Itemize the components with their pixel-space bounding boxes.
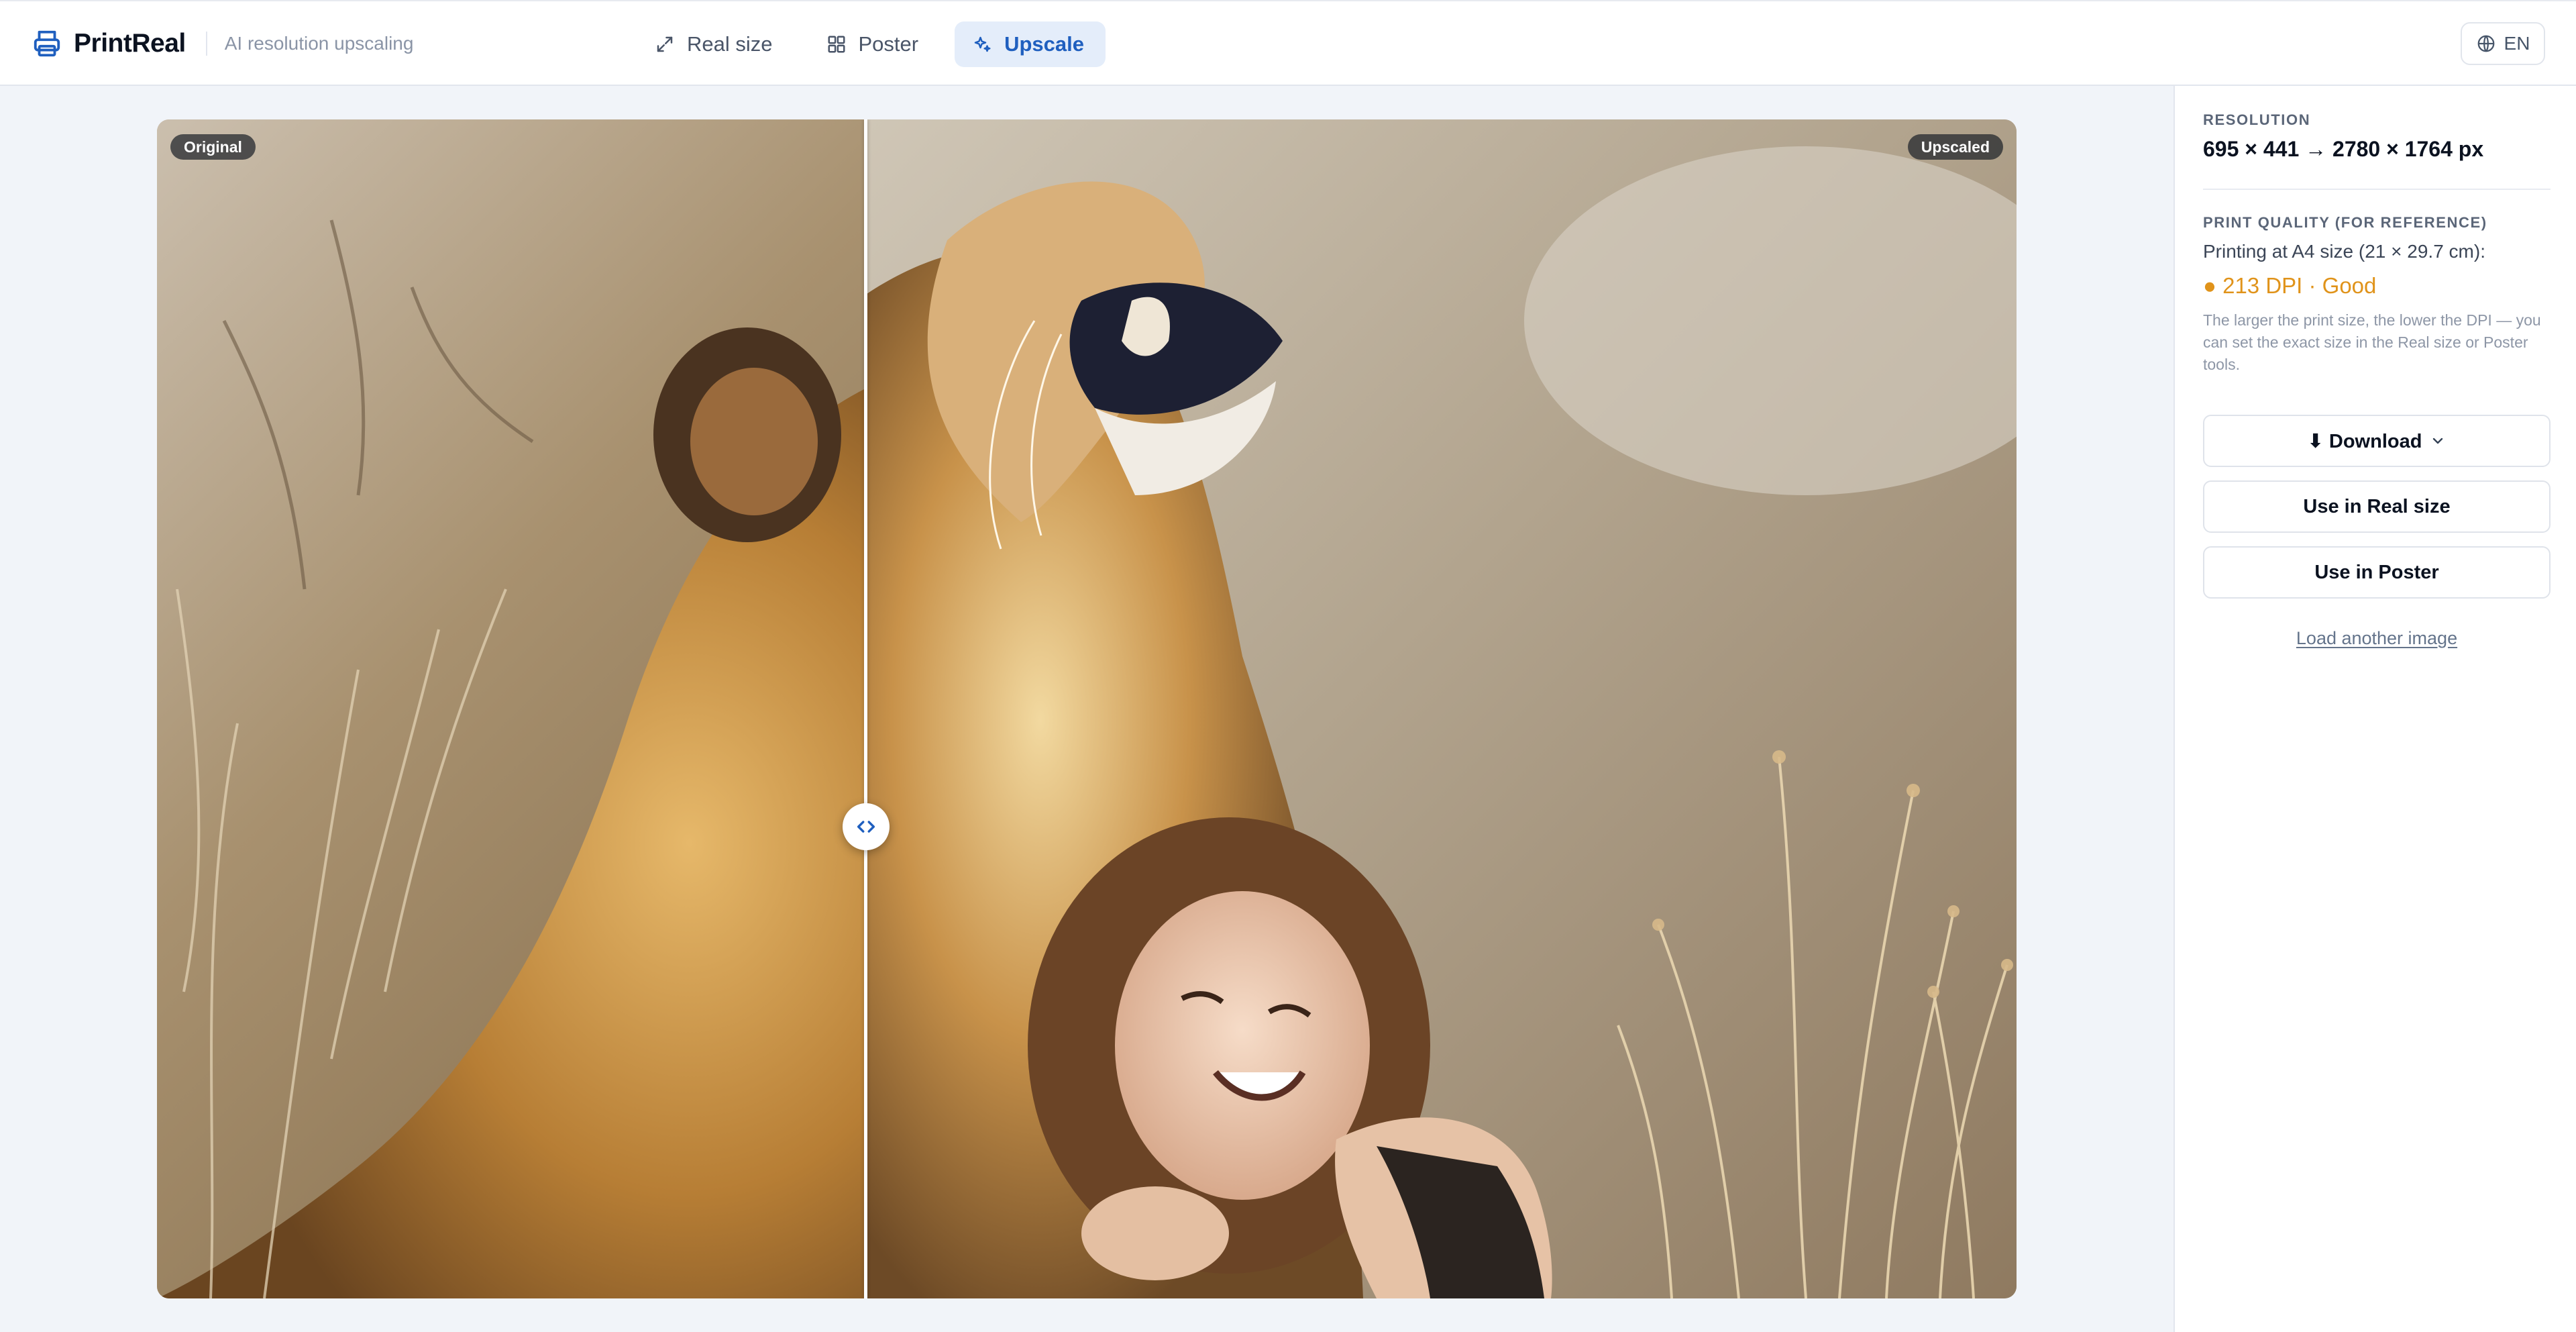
- mode-tabs: Real size Poster Upscale: [637, 21, 1106, 67]
- chevron-down-icon: [2430, 433, 2446, 449]
- tab-poster[interactable]: Poster: [809, 21, 941, 67]
- sparkles-icon: [971, 33, 994, 56]
- load-another-image-link[interactable]: Load another image: [2203, 628, 2551, 649]
- expand-arrows-icon: [653, 33, 676, 56]
- print-quality-label: PRINT QUALITY (FOR REFERENCE): [2203, 214, 2487, 231]
- tab-real-size-label: Real size: [687, 32, 773, 56]
- printer-icon: [30, 26, 64, 61]
- tab-upscale-label: Upscale: [1004, 32, 1085, 56]
- original-badge: Original: [170, 134, 256, 160]
- grid-icon: [825, 33, 848, 56]
- top-bar: PrintReal AI resolution upscaling Real s…: [0, 0, 2576, 86]
- globe-icon: [2476, 34, 2496, 54]
- dpi-rating: ● 213 DPI · Good: [2203, 273, 2377, 298]
- split-divider[interactable]: [864, 119, 867, 1298]
- tab-upscale[interactable]: Upscale: [955, 21, 1106, 67]
- brand[interactable]: PrintReal AI resolution upscaling: [30, 25, 413, 62]
- print-size-text: Printing at A4 size (21 × 29.7 cm):: [2203, 241, 2485, 262]
- original-image: Original: [157, 119, 867, 1298]
- sidebar-divider: [2203, 189, 2551, 190]
- use-in-poster-button[interactable]: Use in Poster: [2203, 546, 2551, 599]
- upscaled-image: Upscaled: [867, 119, 2017, 1298]
- chevrons-left-right-icon: [855, 815, 877, 838]
- comparison-viewer[interactable]: Upscaled Original: [157, 119, 2017, 1298]
- language-label: EN: [2504, 33, 2530, 54]
- download-label: ⬇ Download: [2307, 430, 2422, 452]
- tab-poster-label: Poster: [858, 32, 919, 56]
- use-in-real-size-button[interactable]: Use in Real size: [2203, 480, 2551, 533]
- details-sidebar: RESOLUTION 695 × 441 → 2780 × 1764 px PR…: [2174, 86, 2576, 1332]
- language-selector[interactable]: EN: [2461, 22, 2545, 65]
- tab-real-size[interactable]: Real size: [637, 21, 794, 67]
- brand-tagline: AI resolution upscaling: [224, 33, 414, 54]
- download-button[interactable]: ⬇ Download: [2203, 415, 2551, 467]
- split-handle[interactable]: [843, 803, 890, 850]
- brand-name: PrintReal: [74, 29, 186, 58]
- brand-divider: [205, 32, 207, 56]
- resolution-value: 695 × 441 → 2780 × 1764 px: [2203, 137, 2484, 161]
- print-note: The larger the print size, the lower the…: [2203, 311, 2541, 373]
- upscaled-badge: Upscaled: [1907, 134, 2003, 160]
- resolution-label: RESOLUTION: [2203, 111, 2311, 128]
